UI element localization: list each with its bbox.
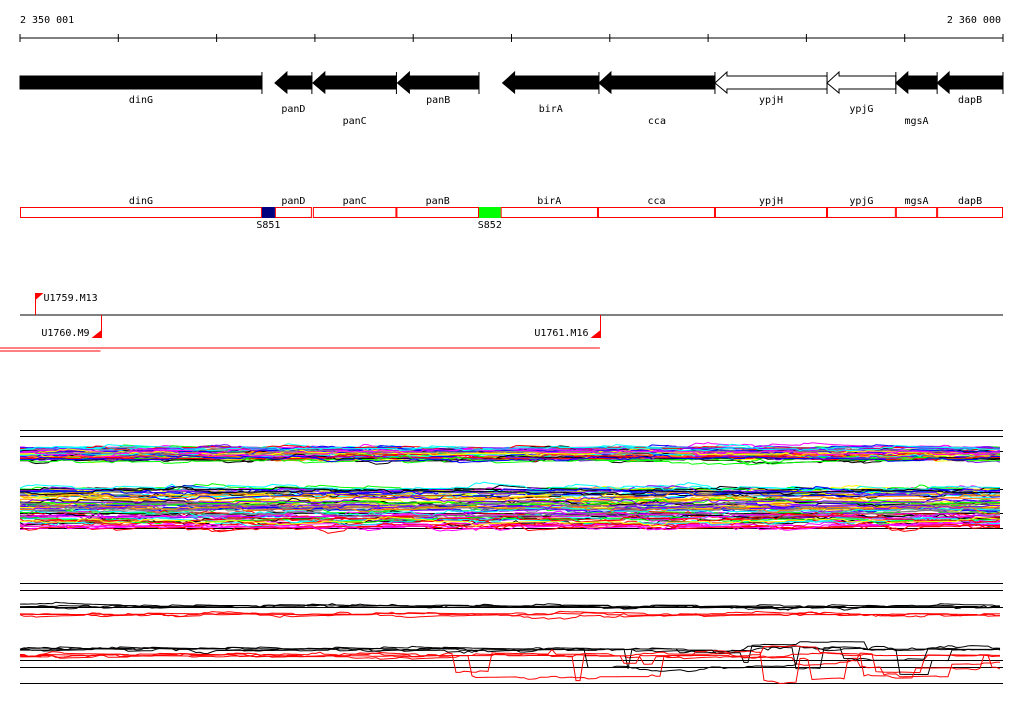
segment-cca[interactable] [597, 207, 715, 218]
segment-ypjH[interactable] [714, 207, 828, 218]
segment-label: dinG [129, 196, 153, 207]
gene-ypjG[interactable]: ypjG [826, 70, 897, 115]
segment-panB[interactable] [396, 207, 480, 218]
segment-label: mgsA [904, 196, 928, 207]
segment-track: dinG panD panC panB birA cca ypjH ypjG mgsA dapB S… [20, 196, 1003, 231]
gene-arrow [895, 70, 938, 95]
marker-label: U1760.M9 [41, 328, 89, 339]
genome-browser-canvas: 2 350 001 2 360 000 dinG panD panC panB birA… [0, 15, 1004, 685]
gene-ypjH[interactable]: ypjH [714, 70, 828, 106]
gene-arrow [501, 70, 600, 95]
segment-label: panB [426, 196, 450, 207]
marker-U1761.M16[interactable]: U1761.M16 [534, 315, 601, 339]
marker-flag-icon [35, 293, 44, 300]
segment-panC[interactable] [312, 207, 397, 218]
gene-panB[interactable]: panB [396, 70, 480, 106]
gene-label: mgsA [904, 116, 928, 127]
segment-label: cca [647, 196, 665, 207]
gene-label: birA [539, 104, 563, 115]
gene-label: dinG [129, 95, 153, 106]
gene-arrow [274, 70, 313, 95]
segment-label: ypjG [849, 196, 873, 207]
segment-mgsA[interactable] [895, 207, 938, 218]
spacer-label: S851 [256, 220, 280, 231]
segment-ypjG[interactable] [827, 207, 896, 218]
gene-label: panC [343, 116, 367, 127]
gene-arrow [312, 70, 397, 95]
gene-label: cca [648, 116, 666, 127]
paired-trace-lower [19, 645, 1001, 670]
spacer-S851[interactable] [261, 207, 275, 218]
gene-dinG[interactable]: dinG [19, 72, 263, 106]
gene-label: panD [281, 104, 305, 115]
segment-birA[interactable] [500, 207, 598, 218]
gene-arrow [826, 70, 897, 95]
gene-label: panB [426, 95, 450, 106]
marker-U1759.M13[interactable]: U1759.M13 [35, 293, 98, 315]
gene-arrow [936, 70, 1004, 95]
gene-arrow [19, 75, 263, 90]
segment-panD[interactable] [274, 207, 312, 218]
marker-track: U1759.M13 U1760.M9 U1761.M16 [0, 293, 1003, 352]
profile-plots [19, 430, 1003, 685]
segment-label: birA [537, 196, 561, 207]
scale-end-label: 2 360 000 [947, 15, 1001, 26]
gene-birA[interactable]: birA [501, 70, 600, 115]
gene-arrow [714, 70, 828, 95]
marker-flag-icon [91, 330, 102, 338]
segment-label: panC [343, 196, 367, 207]
gene-arrow [396, 70, 480, 95]
gene-arrow [598, 70, 716, 95]
gene-mgsA[interactable]: mgsA [895, 70, 938, 127]
spacer-S852[interactable] [479, 207, 501, 218]
segment-label: panD [281, 196, 305, 207]
marker-flag-icon [590, 330, 601, 338]
gene-panC[interactable]: panC [312, 70, 397, 127]
marker-label: U1761.M16 [534, 328, 588, 339]
marker-U1760.M9[interactable]: U1760.M9 [41, 315, 102, 339]
segment-dinG[interactable] [20, 207, 262, 218]
marker-label: U1759.M13 [44, 293, 98, 304]
gene-dapB[interactable]: dapB [936, 70, 1004, 106]
gene-cca[interactable]: cca [598, 70, 716, 127]
gene-label: ypjH [759, 95, 783, 106]
scale-start-label: 2 350 001 [20, 15, 74, 26]
gene-label: dapB [958, 95, 982, 106]
gene-label: ypjG [849, 104, 873, 115]
segment-label: ypjH [759, 196, 783, 207]
segment-label: dapB [958, 196, 982, 207]
gene-panD[interactable]: panD [274, 70, 313, 115]
segment-dapB[interactable] [937, 207, 1003, 218]
spacer-label: S852 [478, 220, 502, 231]
gene-track: dinG panD panC panB birA cca ypjH ypjG mgsA dapB [19, 70, 1004, 127]
coordinate-scale: 2 350 001 2 360 000 [19, 15, 1004, 42]
paired-trace-lower [20, 651, 1000, 682]
